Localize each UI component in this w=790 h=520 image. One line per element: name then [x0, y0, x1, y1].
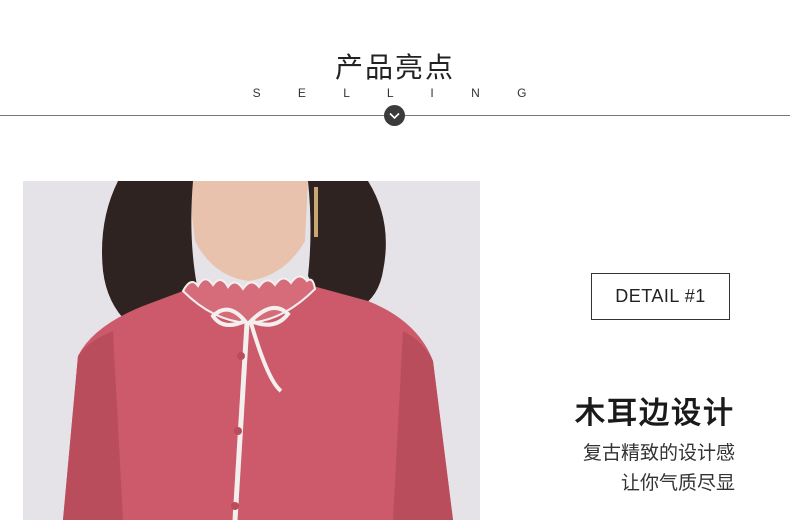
- scroll-down-button[interactable]: [384, 105, 405, 126]
- chevron-down-icon: [389, 107, 400, 125]
- product-photo: [23, 181, 480, 520]
- feature-description-line-1: 复古精致的设计感: [582, 442, 735, 464]
- detail-tag: DETAIL #1: [591, 273, 730, 320]
- feature-description-line-2: 让你气质尽显: [620, 472, 735, 494]
- feature-title: 木耳边设计: [575, 396, 735, 431]
- section-subtitle: S E L L I N G: [252, 86, 544, 100]
- section-title: 产品亮点: [334, 51, 455, 84]
